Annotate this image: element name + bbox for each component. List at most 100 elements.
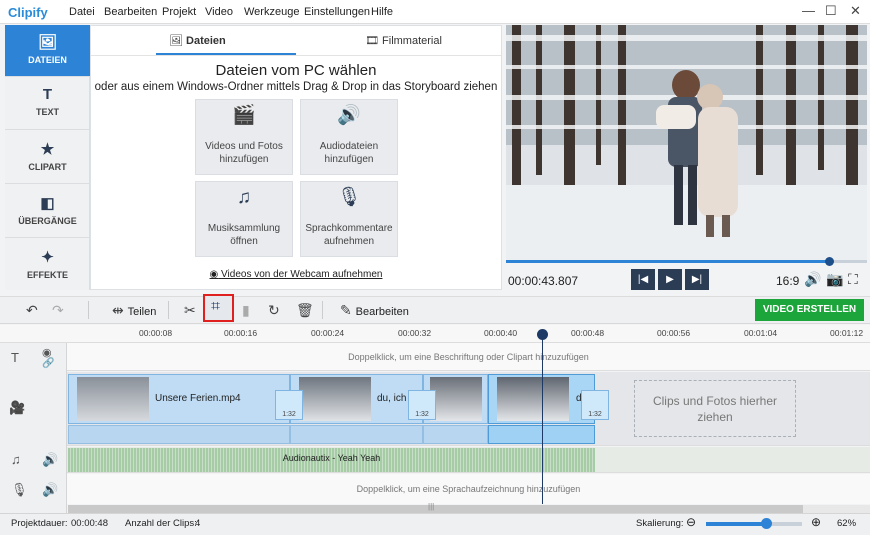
- rotate-icon[interactable]: ↻: [268, 300, 280, 320]
- image-icon: 🖼: [169, 35, 183, 47]
- crop-button[interactable]: ⌗: [203, 294, 234, 322]
- sidebar-item-label: ÜBERGÄNGE: [18, 216, 77, 226]
- prev-frame-button[interactable]: |◀: [631, 269, 655, 290]
- tab-label: Dateien: [186, 35, 226, 47]
- split-icon: ⇹: [112, 302, 124, 318]
- webcam-link[interactable]: ◉ Videos von der Webcam aufnehmen: [91, 269, 501, 280]
- undo-icon[interactable]: ↶: [26, 300, 38, 320]
- clip-count-value: 4: [195, 518, 201, 529]
- cut-icon[interactable]: ✂: [184, 300, 196, 320]
- menu-datei[interactable]: Datei: [69, 6, 95, 18]
- ruler-tick: 00:00:32: [398, 328, 432, 338]
- create-video-button[interactable]: VIDEO ERSTELLEN: [755, 299, 864, 321]
- sidebar-item-uebergaenge[interactable]: ◧ ÜBERGÄNGE: [5, 186, 90, 238]
- webcam-icon: ◉: [209, 269, 219, 280]
- redo-icon[interactable]: ↷: [52, 300, 64, 320]
- panel-title: Dateien vom PC wählen: [215, 62, 377, 79]
- video-preview: [506, 25, 867, 263]
- close-icon[interactable]: ✕: [850, 3, 861, 19]
- record-voice-button[interactable]: 🎙 Sprachkommentare aufnehmen: [300, 181, 398, 257]
- tab-filmmaterial[interactable]: 🎞 Filmmaterial: [365, 34, 442, 47]
- playhead-handle[interactable]: [537, 329, 548, 340]
- add-videos-photos-button[interactable]: 🎬 Videos und Fotos hinzufügen: [195, 99, 293, 175]
- link-icon[interactable]: 🔗: [42, 358, 54, 369]
- active-tab-indicator: [156, 53, 296, 55]
- snapshot-icon[interactable]: 📷: [826, 271, 843, 288]
- tab-label: Filmmaterial: [382, 35, 442, 47]
- clip-thumbnail: [497, 377, 569, 421]
- maximize-icon[interactable]: ☐: [825, 3, 837, 19]
- ruler-tick: 00:00:40: [484, 328, 518, 338]
- ruler-tick: 00:00:16: [224, 328, 258, 338]
- video-track-icon: 🎥: [9, 400, 26, 415]
- menu-bearbeiten[interactable]: Bearbeiten: [104, 6, 157, 18]
- film-icon: 🎞: [365, 35, 379, 47]
- sidebar-item-text[interactable]: T TEXT: [5, 78, 90, 130]
- clip-thumbnail: [299, 377, 371, 421]
- sidebar: 🖼 DATEIEN T TEXT ★ CLIPART ◧ ÜBERGÄNGE ✦…: [5, 25, 90, 290]
- tab-dateien[interactable]: 🖼 Dateien: [169, 34, 226, 47]
- playback-progress: [506, 260, 829, 263]
- clip-thumbnail: [430, 377, 482, 421]
- sidebar-item-effekte[interactable]: ✦ EFFEKTE: [5, 240, 90, 292]
- clip-drop-zone[interactable]: Clips und Fotos hierher ziehen: [634, 380, 796, 437]
- delete-icon[interactable]: 🗑: [296, 300, 314, 320]
- split-button[interactable]: ⇹ Teilen: [112, 300, 156, 320]
- menu-video[interactable]: Video: [205, 6, 233, 18]
- sidebar-item-label: DATEIEN: [28, 55, 67, 65]
- clip-effects-strip[interactable]: [68, 425, 290, 444]
- aspect-ratio[interactable]: 16:9: [776, 274, 799, 288]
- menu-projekt[interactable]: Projekt: [162, 6, 196, 18]
- media-panel: 🖼 Dateien 🎞 Filmmaterial Dateien vom PC …: [90, 25, 502, 290]
- frame-icon[interactable]: ▮: [242, 300, 250, 320]
- fullscreen-icon[interactable]: ⛶: [848, 271, 858, 288]
- magic-wand-icon: ✦: [41, 249, 54, 266]
- star-icon: ★: [40, 141, 55, 158]
- add-audio-button[interactable]: 🔊 Audiodateien hinzufügen: [300, 99, 398, 175]
- text-track-icon: T: [11, 350, 19, 365]
- film-camera-icon: 🎬: [232, 105, 256, 126]
- tile-label: Videos und Fotos hinzufügen: [205, 141, 283, 165]
- tab-divider: [91, 55, 501, 56]
- scrollbar-thumb[interactable]: |||: [68, 502, 803, 513]
- zoom-slider-fill: [706, 522, 766, 526]
- video-clip[interactable]: du, ich u: [290, 374, 423, 424]
- sidebar-item-dateien[interactable]: 🖼 DATEIEN: [5, 25, 90, 77]
- clip-effects-strip[interactable]: [423, 425, 488, 444]
- transition-marker[interactable]: 1:32: [581, 390, 609, 420]
- clip-effects-strip[interactable]: [290, 425, 423, 444]
- current-time: 00:00:43.807: [508, 274, 579, 288]
- menu-werkzeuge[interactable]: Werkzeuge: [244, 6, 299, 18]
- volume-icon[interactable]: 🔊: [804, 271, 821, 288]
- next-frame-button[interactable]: ▶|: [685, 269, 709, 290]
- transition-marker[interactable]: 1:32: [275, 390, 303, 420]
- music-notes-icon: ♫: [236, 187, 252, 208]
- ruler-tick: 00:00:08: [139, 328, 173, 338]
- duration-value: 00:00:48: [71, 518, 108, 529]
- text-track[interactable]: Doppelklick, um eine Beschriftung oder C…: [67, 343, 870, 371]
- video-clip[interactable]: Unsere Ferien.mp4: [68, 374, 290, 424]
- voice-track[interactable]: Doppelklick, um eine Sprachaufzeichnung …: [67, 474, 870, 504]
- zoom-out-icon[interactable]: ⊖: [686, 515, 696, 529]
- sidebar-item-label: TEXT: [35, 107, 59, 117]
- tile-label: Sprachkommentare aufnehmen: [305, 223, 393, 247]
- zoom-slider-handle[interactable]: [761, 518, 772, 529]
- play-button[interactable]: ▶: [658, 269, 682, 290]
- speaker-icon[interactable]: 🔊: [42, 482, 58, 498]
- playhead-line: [542, 336, 543, 504]
- music-track-icon: ♫: [11, 452, 21, 467]
- edit-button[interactable]: ✎ Bearbeiten: [340, 300, 409, 320]
- speaker-icon[interactable]: 🔊: [42, 452, 58, 468]
- panel-subtitle: oder aus einem Windows-Ordner mittels Dr…: [94, 81, 498, 93]
- zoom-value: 62%: [837, 518, 857, 529]
- zoom-in-icon[interactable]: ⊕: [811, 515, 821, 529]
- menu-einstellungen[interactable]: Einstellungen: [304, 6, 370, 18]
- transition-marker[interactable]: 1:32: [408, 390, 436, 420]
- tile-label: Musiksammlung öffnen: [207, 223, 281, 247]
- music-collection-button[interactable]: ♫ Musiksammlung öffnen: [195, 181, 293, 257]
- playback-handle[interactable]: [825, 257, 834, 266]
- minimize-icon[interactable]: —: [802, 3, 815, 18]
- timeline-ruler[interactable]: [0, 325, 870, 343]
- menu-hilfe[interactable]: Hilfe: [371, 6, 393, 18]
- sidebar-item-clipart[interactable]: ★ CLIPART: [5, 132, 90, 184]
